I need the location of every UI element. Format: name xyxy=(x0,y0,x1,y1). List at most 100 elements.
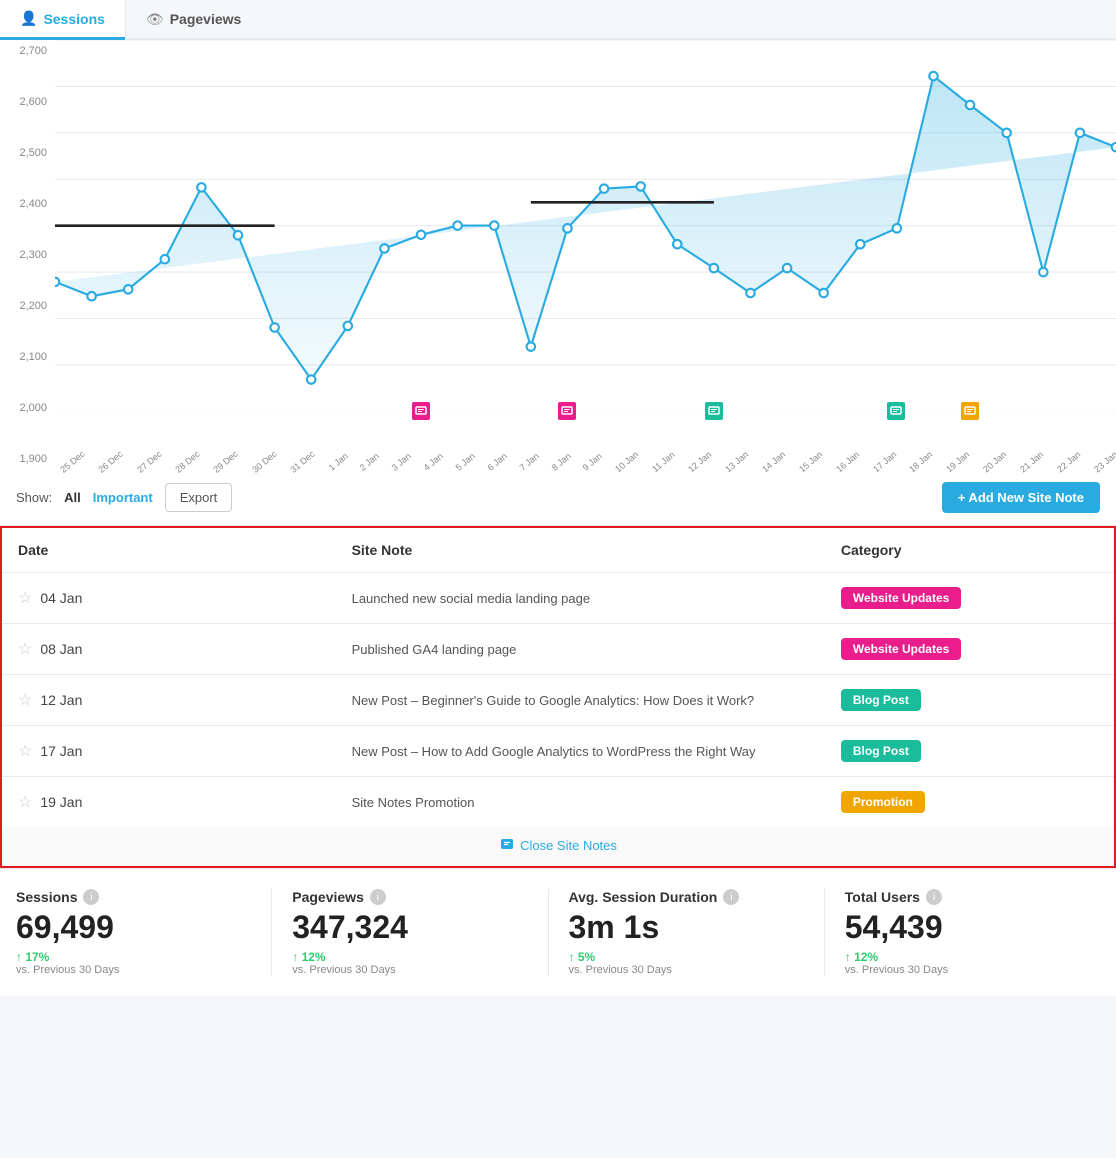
chart-tabs: 👤 Sessions 👁 Pageviews xyxy=(0,0,1116,40)
stat-sessions-value: 69,499 xyxy=(16,909,251,946)
filter-important[interactable]: Important xyxy=(93,490,153,505)
x-label: 4 Jan xyxy=(422,451,445,473)
table-row: ☆ 04 Jan Launched new social media landi… xyxy=(2,573,1114,624)
table-header-row: Date Site Note Category xyxy=(2,528,1114,573)
table-cell-note: New Post – Beginner's Guide to Google An… xyxy=(336,675,825,726)
date-value: 19 Jan xyxy=(40,794,82,810)
y-label-3: 2,400 xyxy=(0,198,55,210)
star-icon[interactable]: ☆ xyxy=(18,588,32,608)
table-row: ☆ 08 Jan Published GA4 landing page Webs… xyxy=(2,624,1114,675)
stat-avg-session-title: Avg. Session Duration xyxy=(569,889,718,905)
x-label: 5 Jan xyxy=(454,451,477,473)
stat-total-users-info[interactable]: i xyxy=(926,889,942,905)
chart-container: 2,700 2,600 2,500 2,400 2,300 2,200 2,10… xyxy=(0,40,1116,470)
y-label-8: 1,900 xyxy=(0,453,55,465)
notes-table-wrapper: Date Site Note Category ☆ 04 Jan Launche… xyxy=(0,526,1116,868)
table-cell-note: Launched new social media landing page xyxy=(336,573,825,624)
x-label: 7 Jan xyxy=(517,451,540,473)
note-text: New Post – How to Add Google Analytics t… xyxy=(352,744,756,759)
x-axis: 25 Dec 26 Dec 27 Dec 28 Dec 29 Dec 30 De… xyxy=(55,450,1116,468)
x-label: 6 Jan xyxy=(485,451,508,473)
category-badge: Website Updates xyxy=(841,638,961,660)
table-cell-date: ☆ 12 Jan xyxy=(2,675,336,726)
table-cell-category: Blog Post xyxy=(825,726,1114,777)
x-label: 2 Jan xyxy=(358,451,381,473)
table-cell-date: ☆ 19 Jan xyxy=(2,777,336,828)
stat-sessions: Sessions i 69,499 ↑ 17% vs. Previous 30 … xyxy=(16,889,272,976)
stat-total-users-change: ↑ 12% xyxy=(845,950,1080,964)
stat-avg-session-info[interactable]: i xyxy=(723,889,739,905)
stats-row: Sessions i 69,499 ↑ 17% vs. Previous 30 … xyxy=(0,868,1116,996)
note-icon xyxy=(499,837,515,853)
eye-icon: 👁 xyxy=(146,11,164,28)
close-notes-row: Close Site Notes xyxy=(2,827,1114,866)
x-label: 9 Jan xyxy=(581,451,604,473)
y-label-1: 2,600 xyxy=(0,96,55,108)
table-cell-note: Published GA4 landing page xyxy=(336,624,825,675)
category-badge: Promotion xyxy=(841,791,925,813)
note-text: Site Notes Promotion xyxy=(352,795,475,810)
add-note-button[interactable]: + Add New Site Note xyxy=(942,482,1100,513)
stat-total-users-title: Total Users xyxy=(845,889,920,905)
category-badge: Blog Post xyxy=(841,740,921,762)
stat-pageviews: Pageviews i 347,324 ↑ 12% vs. Previous 3… xyxy=(272,889,548,976)
page-wrapper: 👤 Sessions 👁 Pageviews 2,700 2,600 2,500… xyxy=(0,0,1116,996)
filter-all[interactable]: All xyxy=(64,490,81,505)
x-label: 1 Jan xyxy=(326,451,349,473)
y-label-0: 2,700 xyxy=(0,45,55,57)
category-badge: Website Updates xyxy=(841,587,961,609)
date-value: 17 Jan xyxy=(40,743,82,759)
tab-sessions[interactable]: 👤 Sessions xyxy=(0,0,125,40)
col-header-note: Site Note xyxy=(336,528,825,573)
stat-sessions-change: ↑ 17% xyxy=(16,950,251,964)
star-icon[interactable]: ☆ xyxy=(18,690,32,710)
controls-bar: Show: All Important Export + Add New Sit… xyxy=(0,470,1116,526)
stat-total-users-value: 54,439 xyxy=(845,909,1080,946)
table-row: ☆ 19 Jan Site Notes Promotion Promotion xyxy=(2,777,1114,828)
star-icon[interactable]: ☆ xyxy=(18,639,32,659)
table-row: ☆ 12 Jan New Post – Beginner's Guide to … xyxy=(2,675,1114,726)
pageviews-tab-label: Pageviews xyxy=(170,11,242,27)
table-cell-category: Website Updates xyxy=(825,624,1114,675)
stat-avg-session-prev: vs. Previous 30 Days xyxy=(569,964,804,976)
close-notes-label: Close Site Notes xyxy=(520,838,617,853)
table-cell-note: New Post – How to Add Google Analytics t… xyxy=(336,726,825,777)
stat-pageviews-value: 347,324 xyxy=(292,909,527,946)
stat-pageviews-info[interactable]: i xyxy=(370,889,386,905)
y-label-7: 2,000 xyxy=(0,402,55,414)
stat-pageviews-prev: vs. Previous 30 Days xyxy=(292,964,527,976)
stat-total-users: Total Users i 54,439 ↑ 12% vs. Previous … xyxy=(825,889,1100,976)
stat-avg-session-value: 3m 1s xyxy=(569,909,804,946)
stat-avg-session: Avg. Session Duration i 3m 1s ↑ 5% vs. P… xyxy=(549,889,825,976)
note-text: New Post – Beginner's Guide to Google An… xyxy=(352,693,755,708)
sessions-chart xyxy=(55,40,1116,411)
table-cell-date: ☆ 08 Jan xyxy=(2,624,336,675)
stat-avg-session-change: ↑ 5% xyxy=(569,950,804,964)
y-label-5: 2,200 xyxy=(0,300,55,312)
x-label: 8 Jan xyxy=(549,451,572,473)
col-header-category: Category xyxy=(825,528,1114,573)
y-axis: 2,700 2,600 2,500 2,400 2,300 2,200 2,10… xyxy=(0,40,55,470)
close-notes-link[interactable]: Close Site Notes xyxy=(499,837,617,853)
stat-pageviews-title: Pageviews xyxy=(292,889,364,905)
table-cell-category: Website Updates xyxy=(825,573,1114,624)
y-label-6: 2,100 xyxy=(0,351,55,363)
col-header-date: Date xyxy=(2,528,336,573)
x-label: 3 Jan xyxy=(390,451,413,473)
y-label-4: 2,300 xyxy=(0,249,55,261)
note-text: Launched new social media landing page xyxy=(352,591,591,606)
date-value: 04 Jan xyxy=(40,590,82,606)
table-cell-category: Blog Post xyxy=(825,675,1114,726)
y-label-2: 2,500 xyxy=(0,147,55,159)
star-icon[interactable]: ☆ xyxy=(18,741,32,761)
category-badge: Blog Post xyxy=(841,689,921,711)
export-button[interactable]: Export xyxy=(165,483,233,512)
tab-pageviews[interactable]: 👁 Pageviews xyxy=(125,0,1116,38)
table-cell-date: ☆ 17 Jan xyxy=(2,726,336,777)
star-icon[interactable]: ☆ xyxy=(18,792,32,812)
stat-total-users-prev: vs. Previous 30 Days xyxy=(845,964,1080,976)
stat-pageviews-change: ↑ 12% xyxy=(292,950,527,964)
stat-sessions-info[interactable]: i xyxy=(83,889,99,905)
show-label: Show: xyxy=(16,490,52,505)
date-value: 08 Jan xyxy=(40,641,82,657)
